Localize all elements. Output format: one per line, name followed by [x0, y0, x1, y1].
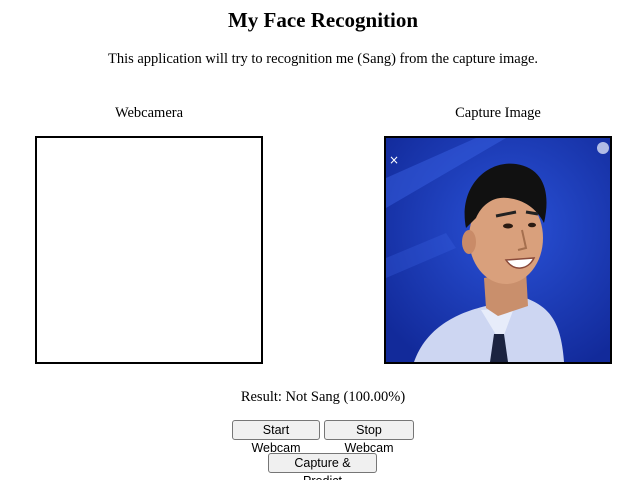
capture-image: × — [384, 136, 612, 364]
start-webcam-button[interactable]: Start Webcam — [232, 420, 320, 455]
capture-predict-button[interactable]: Capture & Predict — [268, 453, 377, 480]
capture-image-label: Capture Image — [455, 105, 541, 121]
stop-webcam-button[interactable]: Stop Webcam — [324, 420, 414, 455]
page-title: My Face Recognition — [227, 8, 419, 32]
app-description: This application will try to recognition… — [107, 51, 539, 67]
prediction-result: Result: Not Sang (100.00%) — [240, 389, 406, 405]
webcam-label: Webcamera — [114, 105, 184, 121]
svg-text:×: × — [389, 153, 399, 167]
captured-photo: × — [386, 138, 610, 362]
webcam-video-frame — [35, 136, 263, 364]
